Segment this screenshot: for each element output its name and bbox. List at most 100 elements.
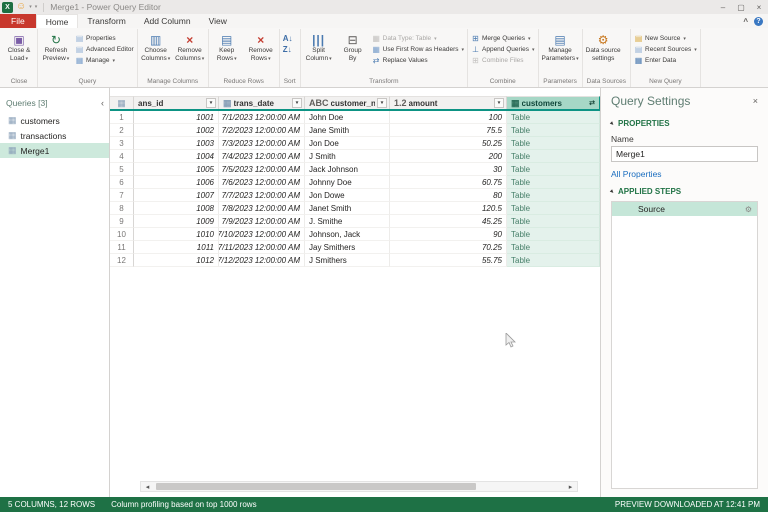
- cell-customers[interactable]: Table: [507, 189, 600, 202]
- cell-amount[interactable]: 70.25: [390, 241, 507, 254]
- collapse-ribbon-icon[interactable]: ^: [743, 17, 748, 26]
- cell-customers[interactable]: Table: [507, 111, 600, 124]
- tab-transform[interactable]: Transform: [78, 14, 134, 28]
- sort-asc-button[interactable]: A↓: [281, 33, 294, 44]
- cell-ans-id[interactable]: 1010: [134, 228, 219, 241]
- sidebar-item-transactions[interactable]: ▦ transactions: [0, 128, 109, 143]
- cell-trans-date[interactable]: 7/8/2023 12:00:00 AM: [219, 202, 305, 215]
- scroll-left-icon[interactable]: ◂: [141, 483, 154, 491]
- row-number[interactable]: 2: [110, 124, 134, 137]
- cell-ans-id[interactable]: 1006: [134, 176, 219, 189]
- filter-dropdown-icon[interactable]: ▾: [377, 98, 387, 108]
- cell-amount[interactable]: 55.75: [390, 254, 507, 267]
- sidebar-item-merge1[interactable]: ▦ Merge1: [0, 143, 109, 158]
- cell-customer-name[interactable]: Jane Smith: [305, 124, 390, 137]
- cell-amount[interactable]: 100: [390, 111, 507, 124]
- filter-dropdown-icon[interactable]: ▾: [292, 98, 302, 108]
- group-by-button[interactable]: ⊟ Group By: [336, 29, 370, 77]
- cell-trans-date[interactable]: 7/2/2023 12:00:00 AM: [219, 124, 305, 137]
- row-number[interactable]: 1: [110, 111, 134, 124]
- cell-trans-date[interactable]: 7/6/2023 12:00:00 AM: [219, 176, 305, 189]
- remove-rows-button[interactable]: × Remove Rows▾: [244, 29, 278, 77]
- cell-customers[interactable]: Table: [507, 124, 600, 137]
- cell-trans-date[interactable]: 7/11/2023 12:00:00 AM: [219, 241, 305, 254]
- cell-trans-date[interactable]: 7/9/2023 12:00:00 AM: [219, 215, 305, 228]
- manage-button[interactable]: ▦ Manage ▾: [73, 55, 136, 66]
- close-pane-icon[interactable]: ×: [753, 96, 758, 106]
- column-header-trans-date[interactable]: ▦ trans_date ▾: [219, 96, 305, 109]
- maximize-button[interactable]: ▢: [732, 0, 750, 14]
- quick-access-dropdown-icon[interactable]: ▾: [29, 4, 32, 10]
- properties-section-header[interactable]: ▾ PROPERTIES: [609, 119, 758, 128]
- cell-trans-date[interactable]: 7/1/2023 12:00:00 AM: [219, 111, 305, 124]
- help-icon[interactable]: ?: [754, 16, 763, 26]
- cell-amount[interactable]: 30: [390, 163, 507, 176]
- cell-customer-name[interactable]: Johnson, Jack: [305, 228, 390, 241]
- cell-ans-id[interactable]: 1012: [134, 254, 219, 267]
- cell-ans-id[interactable]: 1004: [134, 150, 219, 163]
- cell-customer-name[interactable]: J. Smithe: [305, 215, 390, 228]
- advanced-editor-button[interactable]: ▤ Advanced Editor: [73, 44, 136, 55]
- cell-ans-id[interactable]: 1011: [134, 241, 219, 254]
- cell-ans-id[interactable]: 1002: [134, 124, 219, 137]
- split-column-button[interactable]: ||| Split Column▾: [302, 29, 336, 77]
- cell-customer-name[interactable]: Jon Dowe: [305, 189, 390, 202]
- select-all-cell[interactable]: ▦: [110, 96, 134, 109]
- cell-customers[interactable]: Table: [507, 228, 600, 241]
- query-name-input[interactable]: [611, 146, 758, 162]
- sidebar-item-customers[interactable]: ▦ customers: [0, 113, 109, 128]
- refresh-preview-button[interactable]: ↻ Refresh Preview▾: [39, 29, 73, 77]
- cell-amount[interactable]: 75.5: [390, 124, 507, 137]
- sort-desc-button[interactable]: Z↓: [281, 44, 294, 55]
- data-type-table-button[interactable]: ▦ Data Type: Table ▾: [370, 33, 466, 44]
- all-properties-link[interactable]: All Properties: [611, 169, 758, 179]
- cell-amount[interactable]: 60.75: [390, 176, 507, 189]
- replace-values-button[interactable]: ⇄ Replace Values: [370, 55, 466, 66]
- enter-data-button[interactable]: ▦ Enter Data: [632, 55, 699, 66]
- row-number[interactable]: 9: [110, 215, 134, 228]
- quick-access-smiley-icon[interactable]: ☺: [16, 2, 26, 12]
- cell-customers[interactable]: Table: [507, 150, 600, 163]
- cell-trans-date[interactable]: 7/10/2023 12:00:00 AM: [219, 228, 305, 241]
- cell-customer-name[interactable]: J Smithers: [305, 254, 390, 267]
- row-number[interactable]: 8: [110, 202, 134, 215]
- cell-trans-date[interactable]: 7/5/2023 12:00:00 AM: [219, 163, 305, 176]
- cell-customer-name[interactable]: Jon Doe: [305, 137, 390, 150]
- filter-dropdown-icon[interactable]: ▾: [206, 98, 216, 108]
- combine-files-button[interactable]: ⊞ Combine Files: [469, 55, 537, 66]
- cell-customer-name[interactable]: J Smith: [305, 150, 390, 163]
- choose-columns-button[interactable]: ▥ Choose Columns▾: [139, 29, 173, 77]
- merge-queries-button[interactable]: ⊞ Merge Queries ▾: [469, 33, 537, 44]
- properties-button[interactable]: ▤ Properties: [73, 33, 136, 44]
- column-header-customers[interactable]: ▦ customers ⇄: [507, 96, 600, 109]
- data-source-settings-button[interactable]: ⚙ Data source settings: [584, 29, 623, 77]
- row-number[interactable]: 5: [110, 163, 134, 176]
- gear-icon[interactable]: ⚙: [745, 205, 752, 214]
- close-load-button[interactable]: ▣ Close & Load▾: [2, 29, 36, 77]
- row-number[interactable]: 6: [110, 176, 134, 189]
- tab-file[interactable]: File: [0, 14, 36, 28]
- cell-ans-id[interactable]: 1007: [134, 189, 219, 202]
- toolbar-customize-dropdown-icon[interactable]: ▾: [35, 4, 38, 10]
- cell-customer-name[interactable]: John Doe: [305, 111, 390, 124]
- cell-trans-date[interactable]: 7/4/2023 12:00:00 AM: [219, 150, 305, 163]
- column-header-customer-name[interactable]: ABCcustomer_name▾: [305, 96, 390, 109]
- column-header-amount[interactable]: 1.2 amount ▾: [390, 96, 507, 109]
- tab-home[interactable]: Home: [35, 14, 79, 28]
- tab-add-column[interactable]: Add Column: [135, 14, 200, 28]
- cell-customers[interactable]: Table: [507, 137, 600, 150]
- cell-customer-name[interactable]: Jack Johnson: [305, 163, 390, 176]
- cell-customers[interactable]: Table: [507, 241, 600, 254]
- horizontal-scrollbar[interactable]: ◂ ▸: [140, 481, 578, 492]
- append-queries-button[interactable]: ⊥ Append Queries ▾: [469, 44, 537, 55]
- cell-amount[interactable]: 80: [390, 189, 507, 202]
- row-number[interactable]: 7: [110, 189, 134, 202]
- scroll-right-icon[interactable]: ▸: [564, 483, 577, 491]
- row-number[interactable]: 12: [110, 254, 134, 267]
- row-number[interactable]: 3: [110, 137, 134, 150]
- cell-ans-id[interactable]: 1008: [134, 202, 219, 215]
- tab-view[interactable]: View: [200, 14, 236, 28]
- cell-customers[interactable]: Table: [507, 176, 600, 189]
- row-number[interactable]: 11: [110, 241, 134, 254]
- cell-amount[interactable]: 50.25: [390, 137, 507, 150]
